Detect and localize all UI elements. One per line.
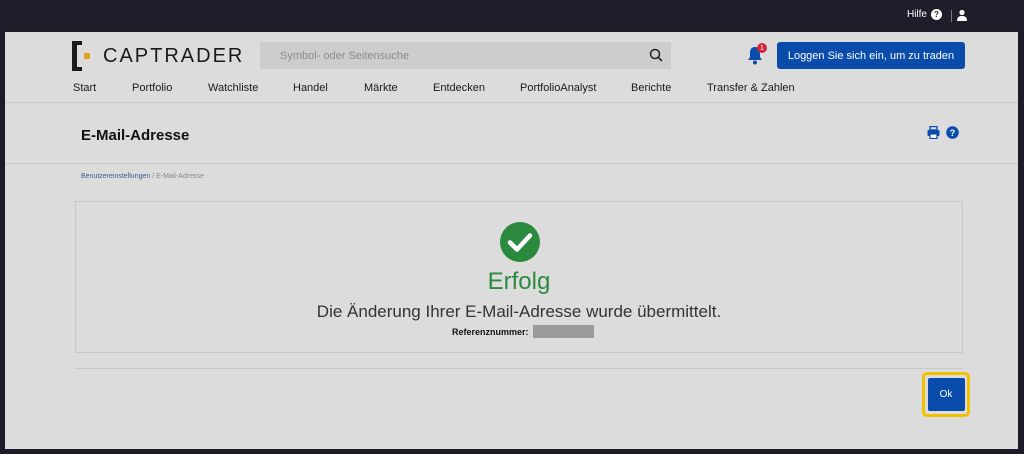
nav-item-handel[interactable]: Handel (293, 82, 328, 94)
captrader-logo[interactable]: CAPTRADER (72, 41, 244, 71)
reference-redacted (532, 325, 594, 338)
divider (75, 368, 963, 369)
site-header: CAPTRADER Symbol- oder Seitensuche 1 Log… (5, 32, 1018, 102)
breadcrumb-current: E-Mail-Adresse (156, 173, 204, 180)
nav-item-berichte[interactable]: Berichte (631, 82, 671, 94)
title-actions: ? (927, 126, 959, 139)
print-icon[interactable] (927, 126, 940, 139)
divider (951, 10, 952, 22)
reference-number: Referenznummer: (452, 325, 594, 338)
search-input[interactable]: Symbol- oder Seitensuche (260, 42, 671, 69)
nav-item-entdecken[interactable]: Entdecken (433, 82, 485, 94)
reference-label: Referenznummer: (452, 326, 529, 337)
search-placeholder: Symbol- oder Seitensuche (280, 49, 410, 62)
nav-item-portfolioanalyst[interactable]: PortfolioAnalyst (520, 82, 596, 94)
nav-item-maerkte[interactable]: Märkte (364, 82, 398, 94)
breadcrumb-link-benutzereinstellungen[interactable]: Benutzereinstellungen (81, 173, 150, 180)
user-icon[interactable] (956, 9, 968, 21)
success-panel: Erfolg Die Änderung Ihrer E-Mail-Adresse… (75, 201, 963, 353)
ok-focus-ring: Ok (922, 372, 970, 417)
svg-text:?: ? (950, 128, 956, 138)
page-title-bar: E-Mail-Adresse ? (5, 102, 1018, 164)
help-icon: ? (931, 9, 942, 20)
help-link[interactable]: Hilfe ? (907, 9, 942, 20)
nav-item-watchliste[interactable]: Watchliste (208, 82, 258, 94)
success-message: Die Änderung Ihrer E-Mail-Adresse wurde … (316, 302, 722, 321)
logo-mark-icon (72, 41, 90, 71)
ok-button[interactable]: Ok (927, 378, 965, 411)
breadcrumb-separator: / (152, 173, 155, 180)
nav-item-start[interactable]: Start (73, 82, 96, 94)
login-button[interactable]: Loggen Sie sich ein, um zu traden (777, 42, 965, 69)
nav-item-transfer[interactable]: Transfer & Zahlen (707, 82, 795, 94)
top-utility-bar: Hilfe ? (0, 0, 1024, 32)
breadcrumb: Benutzereinstellungen / E-Mail-Adresse (81, 173, 204, 180)
page-title: E-Mail-Adresse (81, 127, 190, 144)
success-check-icon (500, 222, 540, 262)
success-heading: Erfolg (487, 268, 551, 295)
search-icon[interactable] (649, 48, 663, 62)
help-circle-icon[interactable]: ? (946, 126, 959, 139)
logo-text: CAPTRADER (103, 44, 245, 67)
help-label: Hilfe (906, 9, 927, 20)
app-frame: CAPTRADER Symbol- oder Seitensuche 1 Log… (5, 32, 1018, 449)
nav-item-portfolio[interactable]: Portfolio (132, 82, 172, 94)
notification-badge: 1 (757, 43, 767, 53)
